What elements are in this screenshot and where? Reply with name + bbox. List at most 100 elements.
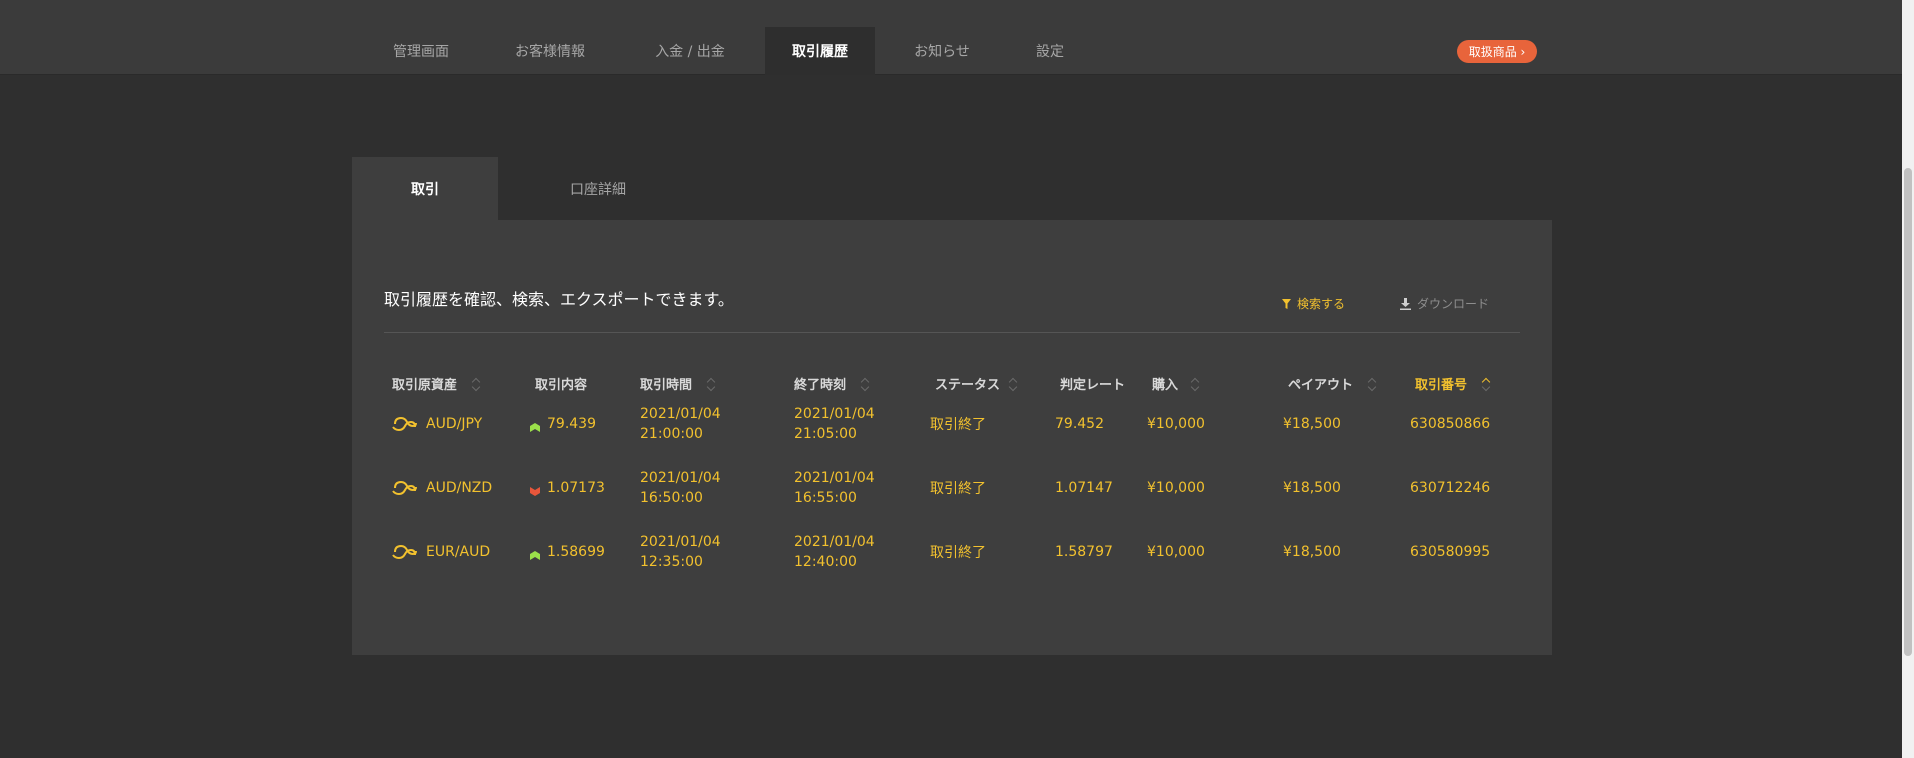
col-header-purchase-label: 購入 — [1152, 378, 1179, 393]
search-button[interactable]: 検索する — [1282, 295, 1345, 312]
start-date: 2021/01/04 — [640, 470, 721, 486]
download-icon — [1400, 297, 1411, 310]
end-time-cell: 2021/01/04 12:40:00 — [794, 520, 875, 584]
asset-label: EUR/AUD — [426, 544, 491, 560]
purchase-cell: ¥10,000 — [1147, 544, 1205, 560]
end-time-cell: 2021/01/04 16:55:00 — [794, 456, 875, 520]
start-date: 2021/01/04 — [640, 406, 721, 422]
payout-cell: ¥18,500 — [1283, 544, 1341, 560]
col-header-asset[interactable]: 取引原資産 — [392, 374, 481, 393]
entry-rate: 79.439 — [547, 416, 596, 432]
trade-time-cell: 2021/01/04 21:00:00 — [640, 392, 721, 456]
col-header-trade-time-label: 取引時間 — [640, 378, 693, 393]
nav-tab-trade-history[interactable]: 取引履歴 — [765, 27, 875, 75]
col-header-end-time-label: 終了時刻 — [794, 378, 847, 393]
status-cell: 取引終了 — [930, 417, 986, 433]
filter-icon — [1282, 298, 1291, 309]
trade-number-cell: 630712246 — [1410, 480, 1491, 496]
judgment-rate-cell: 1.07147 — [1055, 480, 1113, 496]
col-header-rate-label: 判定レート — [1060, 378, 1126, 393]
trade-content-cell: 79.439 — [530, 392, 596, 456]
panel-intro: 取引履歴を確認、検索、エクスポートできます。 — [384, 290, 734, 309]
judgment-rate-cell: 79.452 — [1055, 416, 1104, 432]
products-button[interactable]: 取扱商品 › — [1457, 40, 1537, 63]
asset-cell: EUR/AUD — [392, 520, 490, 584]
end-time: 16:55:00 — [794, 490, 857, 506]
sort-icon[interactable] — [1481, 376, 1491, 392]
col-header-rate: 判定レート — [1060, 374, 1125, 393]
subtab-trades[interactable]: 取引 — [352, 157, 498, 220]
entry-rate: 1.58699 — [547, 544, 605, 560]
col-header-purchase[interactable]: 購入 — [1152, 374, 1200, 393]
asset-cell: AUD/NZD — [392, 456, 492, 520]
scrollbar-thumb[interactable] — [1904, 168, 1912, 656]
trade-number-cell: 630850866 — [1410, 416, 1491, 432]
trade-number-cell: 630580995 — [1410, 544, 1491, 560]
asset-label: AUD/NZD — [426, 480, 493, 496]
col-header-trade-time[interactable]: 取引時間 — [640, 374, 716, 393]
sort-icon[interactable] — [706, 376, 716, 392]
end-date: 2021/01/04 — [794, 406, 875, 422]
asset-label: AUD/JPY — [426, 416, 483, 432]
end-time: 12:40:00 — [794, 554, 857, 570]
col-header-end-time[interactable]: 終了時刻 — [794, 374, 870, 393]
start-date: 2021/01/04 — [640, 534, 721, 550]
entry-rate: 1.07173 — [547, 480, 605, 496]
col-header-trade-content-label: 取引内容 — [535, 378, 588, 393]
nav-tab-deposit-withdraw[interactable]: 入金 / 出金 — [640, 27, 740, 75]
start-time: 12:35:00 — [640, 554, 703, 570]
up-arrow-icon — [530, 420, 540, 432]
end-date: 2021/01/04 — [794, 470, 875, 486]
end-date: 2021/01/04 — [794, 534, 875, 550]
end-time: 21:05:00 — [794, 426, 857, 442]
col-header-trade-number[interactable]: 取引番号 — [1415, 374, 1491, 393]
sort-icon[interactable] — [1367, 376, 1377, 392]
download-label: ダウンロード — [1417, 297, 1490, 311]
start-time: 16:50:00 — [640, 490, 703, 506]
purchase-cell: ¥10,000 — [1147, 480, 1205, 496]
col-header-trade-number-label: 取引番号 — [1415, 378, 1468, 393]
status-cell: 取引終了 — [930, 545, 986, 561]
asset-cell: AUD/JPY — [392, 392, 482, 456]
trade-time-cell: 2021/01/04 16:50:00 — [640, 456, 721, 520]
status-cell: 取引終了 — [930, 481, 986, 497]
trade-time-cell: 2021/01/04 12:35:00 — [640, 520, 721, 584]
up-arrow-icon — [530, 548, 540, 560]
trade-history-panel: 取引履歴を確認、検索、エクスポートできます。 検索する ダウンロード 取引原資産… — [352, 220, 1552, 655]
col-header-asset-label: 取引原資産 — [392, 378, 458, 393]
col-header-trade-content: 取引内容 — [535, 374, 587, 393]
judgment-rate-cell: 1.58797 — [1055, 544, 1113, 560]
table-row[interactable]: AUD/NZD 1.07173 2021/01/04 16:50:00 2021/01/… — [352, 456, 1552, 520]
trade-content-cell: 1.58699 — [530, 520, 605, 584]
download-button[interactable]: ダウンロード — [1400, 295, 1489, 312]
table-row[interactable]: EUR/AUD 1.58699 2021/01/04 12:35:00 2021/01/… — [352, 520, 1552, 584]
divider — [384, 332, 1520, 333]
sort-icon[interactable] — [860, 376, 870, 392]
col-header-status[interactable]: ステータス — [935, 374, 1018, 393]
col-header-status-label: ステータス — [935, 378, 1001, 393]
nav-tab-customer-info[interactable]: お客様情報 — [500, 27, 600, 75]
table-row[interactable]: AUD/JPY 79.439 2021/01/04 21:00:00 2021/01/0… — [352, 392, 1552, 456]
nav-tab-settings[interactable]: 設定 — [1015, 27, 1085, 75]
subtab-account-details[interactable]: 口座詳細 — [498, 157, 698, 220]
sort-icon[interactable] — [471, 376, 481, 392]
currency-pair-icon — [392, 415, 418, 433]
down-arrow-icon — [530, 484, 540, 496]
purchase-cell: ¥10,000 — [1147, 416, 1205, 432]
search-label: 検索する — [1297, 297, 1346, 311]
payout-cell: ¥18,500 — [1283, 480, 1341, 496]
col-header-payout[interactable]: ペイアウト — [1288, 374, 1377, 393]
payout-cell: ¥18,500 — [1283, 416, 1341, 432]
currency-pair-icon — [392, 543, 418, 561]
col-header-payout-label: ペイアウト — [1288, 378, 1354, 393]
scrollbar[interactable] — [1902, 0, 1914, 758]
top-nav: 管理画面 お客様情報 入金 / 出金 取引履歴 お知らせ 設定 取扱商品 › — [0, 0, 1902, 75]
start-time: 21:00:00 — [640, 426, 703, 442]
sort-icon[interactable] — [1190, 376, 1200, 392]
nav-tab-dashboard[interactable]: 管理画面 — [373, 27, 469, 75]
trade-content-cell: 1.07173 — [530, 456, 605, 520]
sort-icon[interactable] — [1008, 376, 1018, 392]
end-time-cell: 2021/01/04 21:05:00 — [794, 392, 875, 456]
currency-pair-icon — [392, 479, 418, 497]
nav-tab-notices[interactable]: お知らせ — [897, 27, 987, 75]
